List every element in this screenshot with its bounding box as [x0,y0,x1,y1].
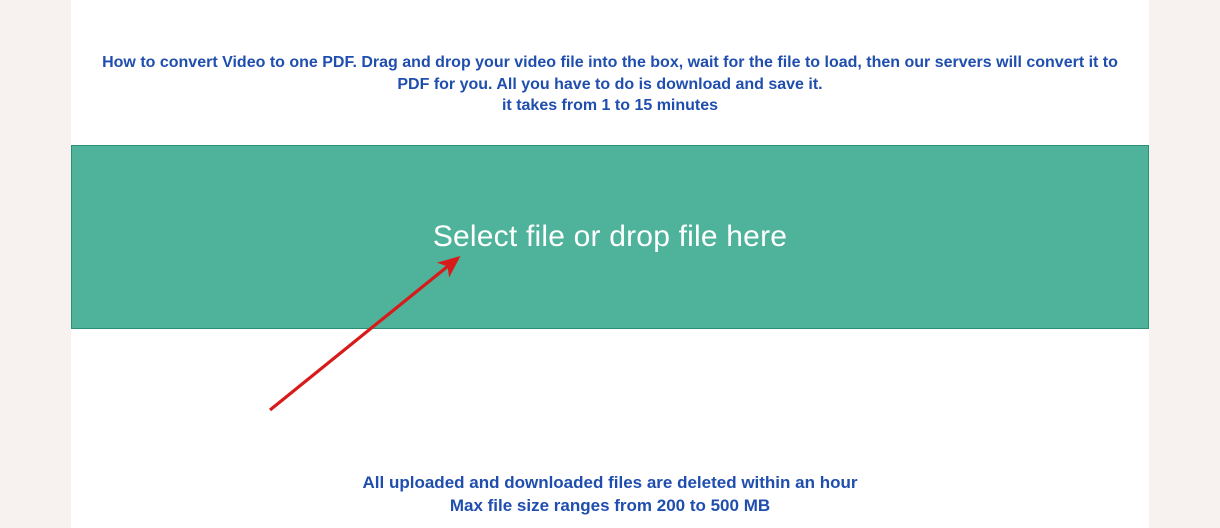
footer-block: All uploaded and downloaded files are de… [71,472,1149,518]
dropzone-label: Select file or drop file here [433,220,787,254]
file-dropzone[interactable]: Select file or drop file here [71,145,1149,329]
content-panel: How to convert Video to one PDF. Drag an… [71,0,1149,528]
instructions-block: How to convert Video to one PDF. Drag an… [71,0,1149,117]
footer-line-1: All uploaded and downloaded files are de… [71,472,1149,495]
dropzone-container: Select file or drop file here [71,117,1149,329]
footer-line-2: Max file size ranges from 200 to 500 MB [71,495,1149,518]
instructions-line-2: PDF for you. All you have to do is downl… [89,74,1131,96]
instructions-line-3: it takes from 1 to 15 minutes [89,95,1131,117]
page-outer: How to convert Video to one PDF. Drag an… [0,0,1220,528]
instructions-line-1: How to convert Video to one PDF. Drag an… [89,52,1131,74]
